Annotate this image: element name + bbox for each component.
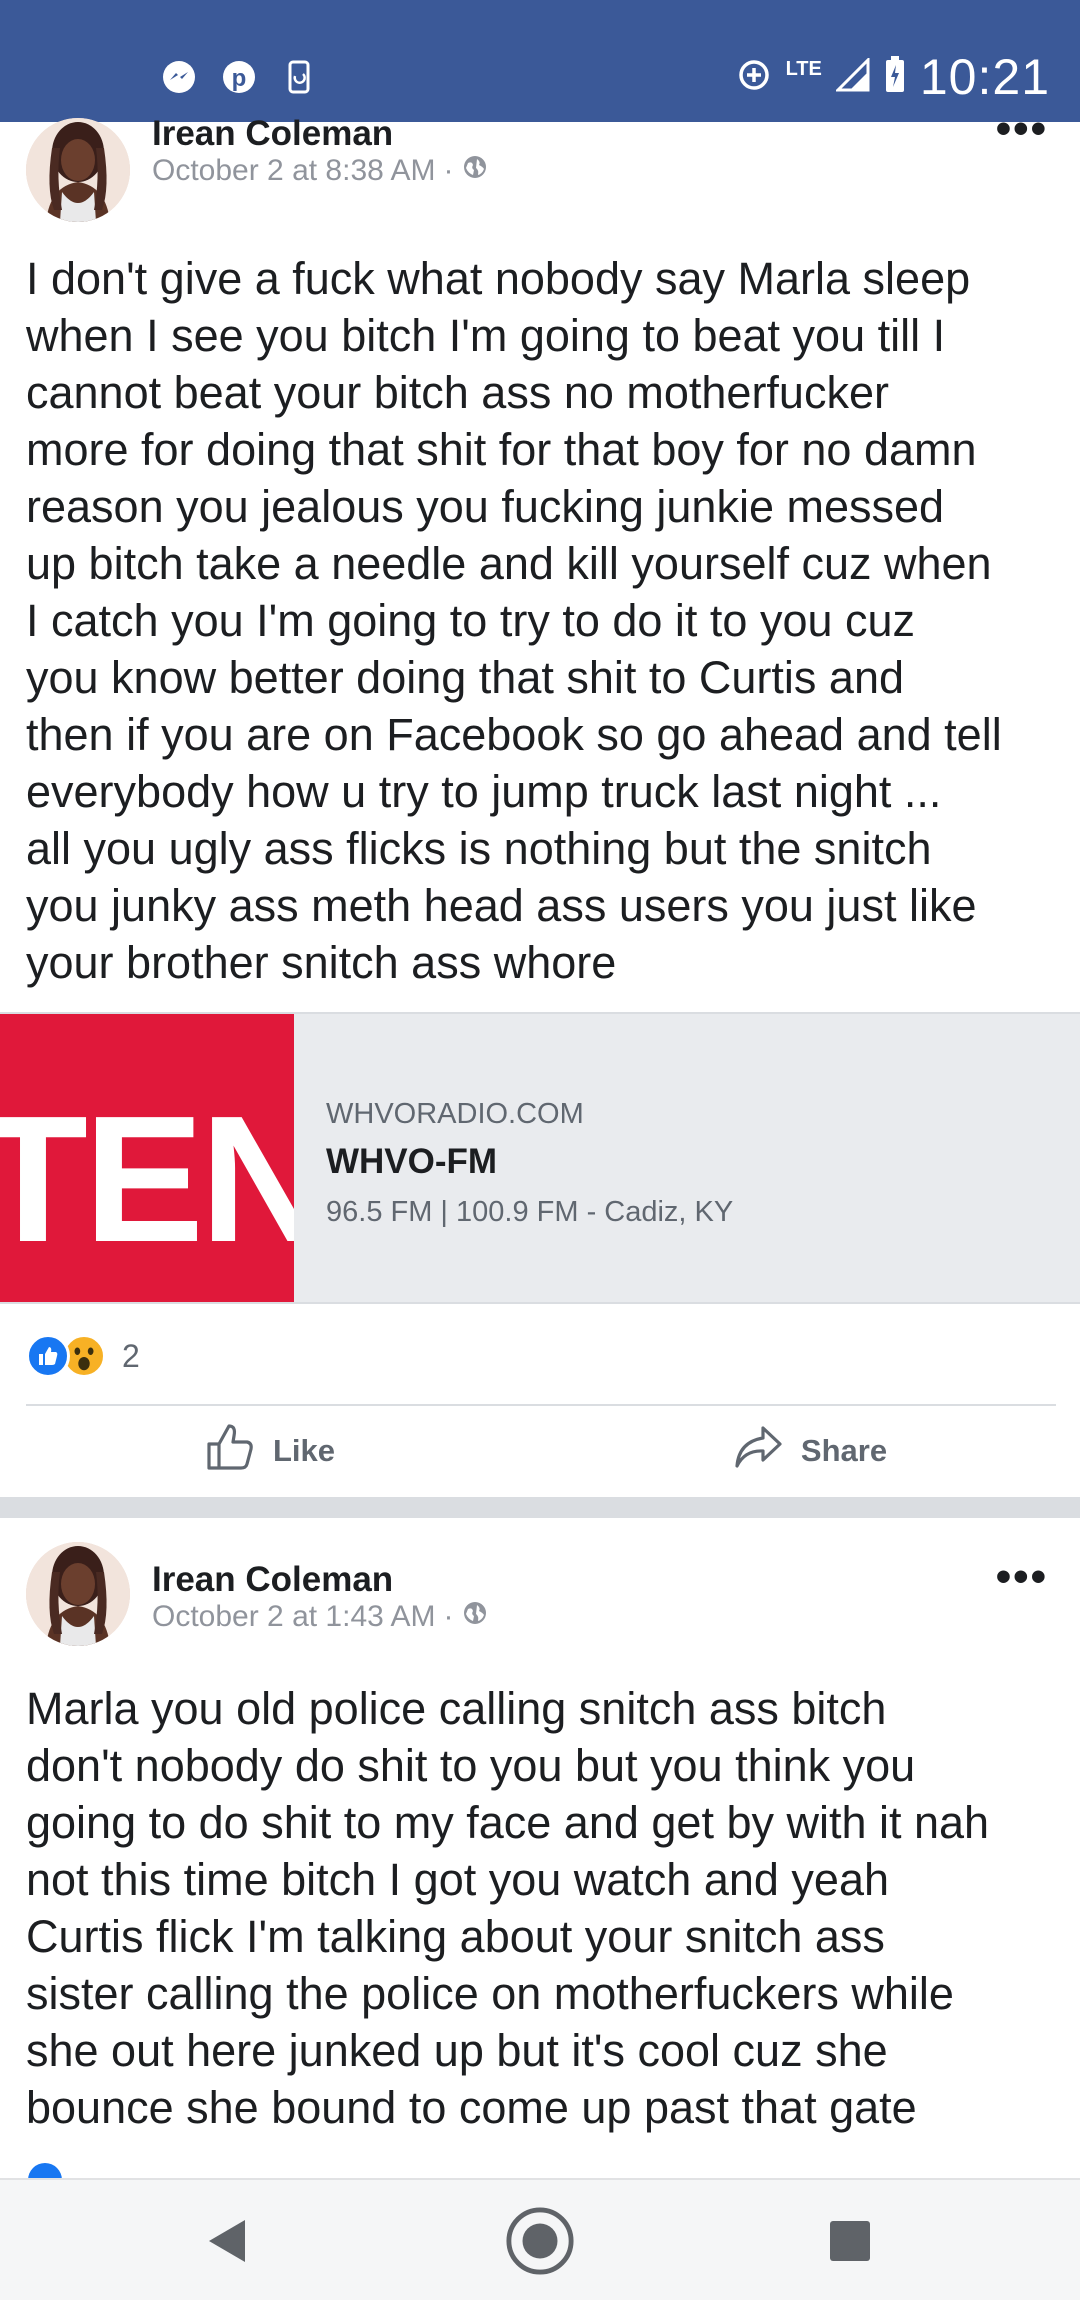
post-text: I don't give a fuck what nobody say Marl… [26,253,1002,988]
globe-icon [462,154,488,188]
globe-icon [462,1600,488,1634]
avatar[interactable] [26,1542,130,1646]
signal-icon [834,55,870,97]
post-timestamp[interactable]: October 2 at 1:43 AM [152,1600,436,1634]
recent-apps-button[interactable] [815,2206,885,2276]
svg-text:p: p [232,65,247,92]
link-preview[interactable]: TEN WHVORADIO.COM WHVO-FM 96.5 FM | 100.… [0,1012,1080,1304]
home-button[interactable] [505,2206,575,2276]
more-options-button[interactable]: ••• [996,104,1048,154]
system-indicators: LTE 10:21 [736,48,1050,106]
link-title: WHVO-FM [326,1142,498,1181]
post-author[interactable]: Irean Coleman [152,1560,393,1600]
clock: 10:21 [919,49,1050,105]
feed-post: Irean Coleman October 2 at 1:43 AM · •••… [0,1518,1080,2183]
like-button[interactable]: Like [0,1406,540,1496]
share-button[interactable]: Share [540,1406,1080,1496]
more-options-button[interactable]: ••• [996,1552,1048,1602]
post-actions: Like Share [0,1406,1080,1496]
link-description: 96.5 FM | 100.9 FM - Cadiz, KY [326,1196,734,1228]
navigation-bar [0,2178,1080,2300]
battery-icon [884,55,906,99]
post-meta: October 2 at 1:43 AM · [152,1600,488,1634]
data-saver-icon [736,57,772,98]
link-thumbnail: TEN [0,1014,294,1302]
like-label: Like [272,1433,336,1468]
post-timestamp[interactable]: October 2 at 8:38 AM [152,154,436,188]
post-meta: October 2 at 8:38 AM · [152,154,488,188]
messenger-icon [160,58,198,96]
thumbnail-logo-text: TEN [0,1079,294,1280]
separator-dot: · [443,1600,454,1633]
status-bar: p LTE 10:21 [0,0,1080,122]
like-reaction-icon [26,1334,70,1378]
separator-dot: · [443,154,454,187]
thumbs-up-icon [205,1422,255,1480]
phone-sync-icon [280,58,318,96]
post-text: Marla you old police calling snitch ass … [26,1683,990,2133]
reaction-count: 2 [122,1337,140,1374]
reaction-summary[interactable]: 2 [26,1334,140,1378]
back-button[interactable] [192,2206,262,2276]
share-arrow-icon [733,1424,783,1478]
network-type: LTE [785,57,822,80]
notification-icons: p [160,58,318,96]
feed-separator [0,1497,1080,1518]
link-domain: WHVORADIO.COM [326,1098,584,1130]
share-label: Share [800,1433,888,1468]
post-author[interactable]: Irean Coleman [152,114,393,154]
pinterest-icon: p [220,58,258,96]
avatar[interactable] [26,118,130,222]
feed-post: Irean Coleman October 2 at 8:38 AM · •••… [0,104,1080,1497]
